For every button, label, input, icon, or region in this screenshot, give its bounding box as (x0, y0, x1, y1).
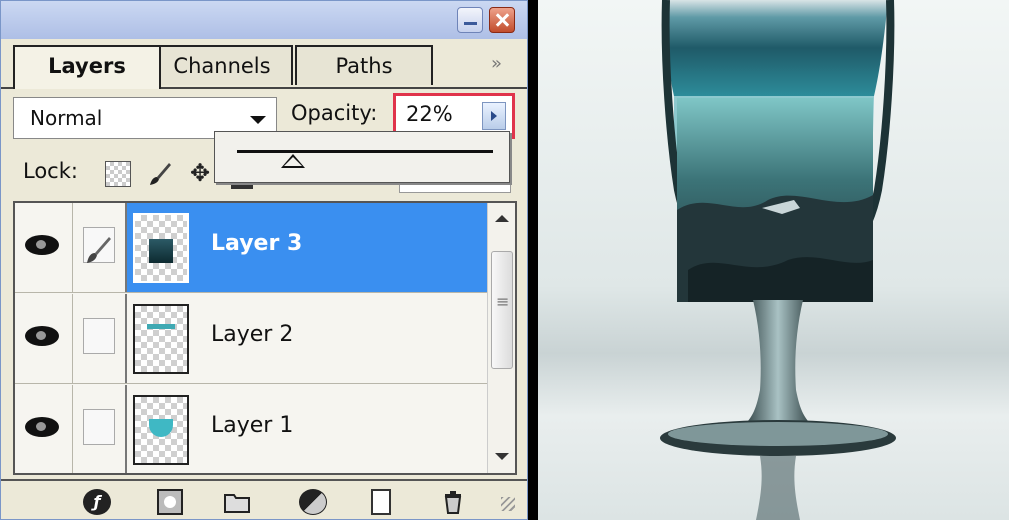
opacity-slider-thumb[interactable] (281, 154, 306, 168)
close-icon[interactable] (489, 7, 515, 33)
layer-row[interactable]: Layer 1 (15, 385, 487, 473)
layer-name: Layer 2 (211, 322, 294, 347)
layers-toolbar: ƒ (1, 479, 527, 519)
adjustment-layer-icon[interactable] (299, 489, 327, 515)
link-box (83, 409, 115, 445)
minimize-icon[interactable] (457, 7, 483, 33)
resize-grip[interactable] (501, 497, 515, 511)
lock-move-icon[interactable]: ✥ (187, 161, 213, 187)
new-group-icon[interactable] (223, 489, 251, 515)
layer-style-icon[interactable]: ƒ (83, 489, 111, 515)
layer-name-cell[interactable]: Layer 3 (127, 203, 487, 292)
visibility-cell[interactable] (15, 385, 73, 473)
trash-icon[interactable] (443, 489, 463, 515)
layers-scrollbar[interactable] (487, 203, 515, 473)
link-cell[interactable] (73, 294, 127, 383)
layer-name: Layer 1 (211, 413, 294, 438)
scroll-down-icon[interactable] (492, 447, 512, 467)
panel-titlebar (1, 1, 527, 39)
opacity-value[interactable]: 22% (406, 102, 453, 126)
link-cell[interactable] (73, 385, 127, 473)
opacity-slider-track[interactable] (237, 150, 493, 153)
visibility-cell[interactable] (15, 294, 73, 383)
layer-name-cell[interactable]: Layer 2 (127, 294, 487, 383)
lock-label: Lock: (23, 159, 78, 183)
document-canvas[interactable] (538, 0, 1009, 520)
eye-icon[interactable] (25, 326, 59, 346)
layer-thumbnail (133, 304, 189, 374)
blend-mode-value: Normal (30, 106, 103, 130)
layer-thumbnail (133, 213, 189, 283)
layer-row[interactable]: Layer 2 (15, 294, 487, 384)
layer-thumbnail (133, 395, 189, 465)
layer-name: Layer 3 (211, 231, 303, 256)
opacity-slider-popup (214, 131, 510, 183)
visibility-cell[interactable] (15, 203, 73, 292)
layer-name-cell[interactable]: Layer 1 (127, 385, 487, 473)
lock-brush-icon[interactable] (147, 161, 173, 187)
opacity-label: Opacity: (291, 101, 378, 125)
eye-icon[interactable] (25, 417, 59, 437)
scroll-up-icon[interactable] (492, 209, 512, 229)
layer-row[interactable]: Layer 3 (15, 203, 487, 293)
panel-tabs: Paths Channels Layers » (1, 39, 527, 89)
scroll-thumb[interactable] (491, 251, 513, 369)
glass-artwork (660, 0, 896, 520)
brush-icon (87, 237, 111, 263)
chevron-down-icon (250, 116, 266, 124)
link-cell[interactable] (73, 203, 127, 292)
layers-list: Layer 3 Layer 2 Layer 1 ≡ (13, 201, 517, 475)
tab-layers[interactable]: Layers (13, 45, 161, 89)
link-box (83, 318, 115, 354)
layers-panel: Paths Channels Layers » Normal Opacity: … (0, 0, 528, 520)
tab-channels[interactable]: Channels (151, 45, 293, 85)
layer-mask-icon[interactable] (157, 489, 183, 515)
lock-transparent-icon[interactable] (105, 161, 131, 187)
opacity-slider-toggle-icon[interactable] (482, 102, 506, 130)
eye-icon[interactable] (25, 235, 59, 255)
tab-paths[interactable]: Paths (295, 45, 433, 85)
new-layer-icon[interactable] (371, 489, 391, 515)
panel-menu-icon[interactable]: » (491, 53, 502, 74)
